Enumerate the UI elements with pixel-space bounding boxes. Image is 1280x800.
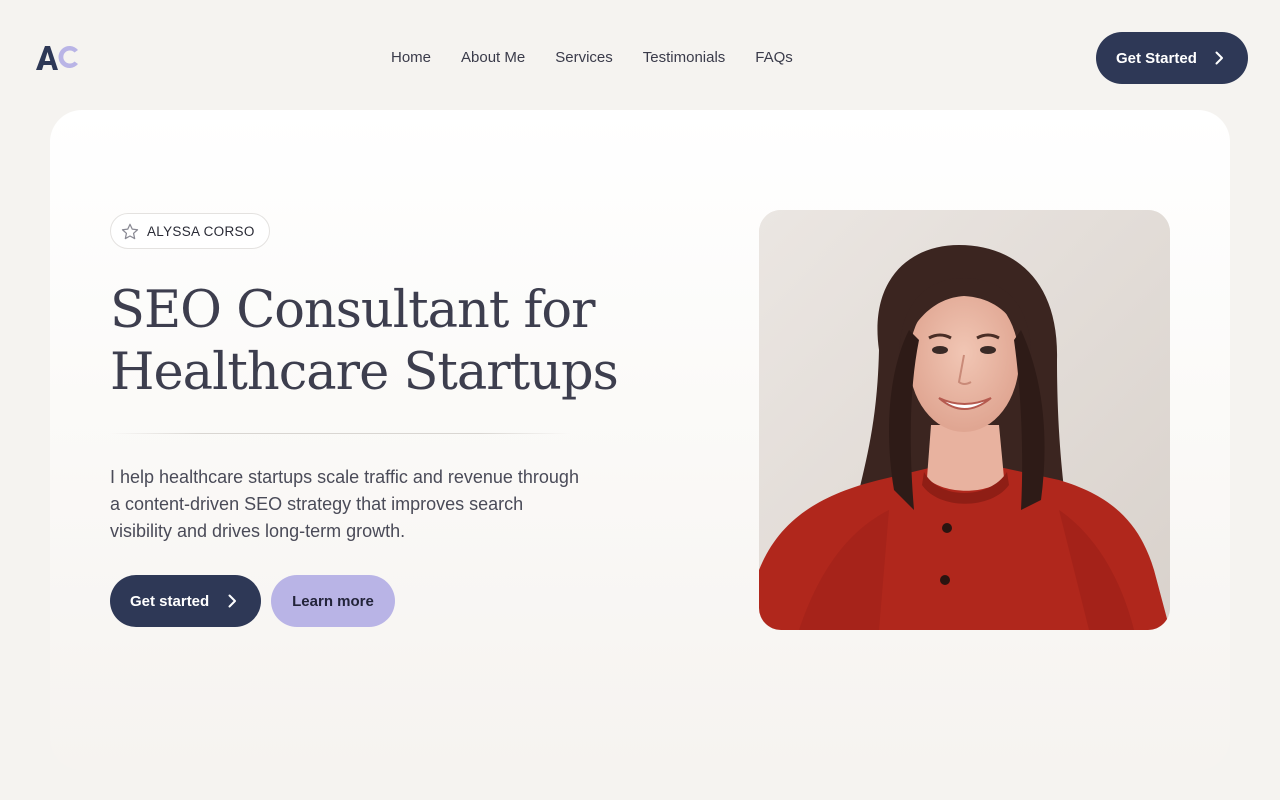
- hero-description: I help healthcare startups scale traffic…: [110, 467, 579, 541]
- portrait-photo: [759, 210, 1170, 630]
- learn-more-label: Learn more: [292, 592, 374, 610]
- nav-faqs[interactable]: FAQs: [755, 47, 793, 69]
- divider: [110, 433, 570, 434]
- learn-more-button[interactable]: Learn more: [271, 575, 395, 627]
- header-get-started-button[interactable]: Get Started: [1096, 32, 1248, 84]
- star-icon: [120, 222, 140, 245]
- hero-headline: SEO Consultant for Healthcare Startups: [110, 280, 630, 404]
- badge-label: ALYSSA CORSO: [147, 223, 255, 239]
- nav-about-me[interactable]: About Me: [461, 47, 525, 69]
- chevron-right-icon: [1214, 51, 1224, 69]
- nav-testimonials[interactable]: Testimonials: [643, 47, 726, 69]
- nav-services[interactable]: Services: [555, 47, 613, 69]
- get-started-label: Get started: [130, 592, 210, 610]
- logo[interactable]: [34, 40, 82, 72]
- get-started-button[interactable]: Get started: [110, 575, 261, 627]
- chevron-right-icon: [227, 594, 237, 612]
- nav-home[interactable]: Home: [391, 47, 431, 69]
- name-badge: ALYSSA CORSO: [110, 213, 270, 249]
- site-header: Home About Me Services Testimonials FAQs…: [0, 0, 1280, 110]
- headline-line-2: Healthcare Startups: [110, 343, 619, 402]
- headline-line-1: SEO Consultant for: [110, 281, 596, 340]
- header-cta-label: Get Started: [1116, 49, 1197, 67]
- main-nav: Home About Me Services Testimonials FAQs: [391, 47, 793, 69]
